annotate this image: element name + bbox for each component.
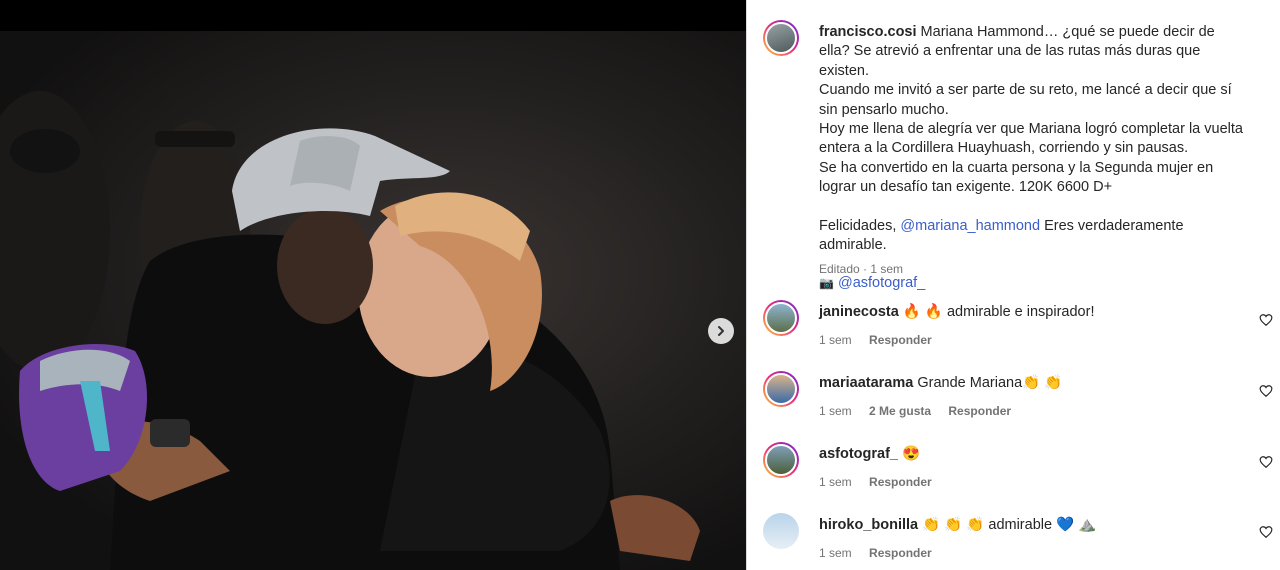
author-avatar[interactable]: [763, 20, 799, 56]
comment-text: hiroko_bonilla 👏 👏 👏 admirable 💙 ⛰️: [819, 516, 1247, 535]
comment-likes[interactable]: 2 Me gusta: [869, 404, 931, 418]
comment: asfotograf_ 😍 1 sem Responder: [763, 442, 1273, 492]
commenter-avatar[interactable]: [763, 300, 799, 336]
caption-line: Hoy me llena de alegría ver que Mariana …: [819, 121, 1243, 157]
commenter-username[interactable]: janinecosta: [819, 304, 899, 320]
credit-mention-link[interactable]: @asfotograf_: [838, 275, 925, 291]
comment-meta: 1 sem Responder: [819, 333, 946, 347]
comment-meta: 1 sem 2 Me gusta Responder: [819, 404, 1025, 418]
camera-icon: 📷: [819, 276, 834, 291]
hug-photo-illustration: [0, 91, 700, 570]
commenter-avatar[interactable]: [763, 371, 799, 407]
heart-outline-icon[interactable]: [1259, 313, 1273, 327]
comment-time: 1 sem: [819, 333, 852, 347]
post-media: [0, 0, 746, 570]
caption-meta: Editado · 1 sem: [819, 262, 904, 276]
heart-outline-icon[interactable]: [1259, 455, 1273, 469]
caption-text: francisco.cosi Mariana Hammond… ¿qué se …: [819, 23, 1247, 294]
comment: janinecosta 🔥 🔥 admirable e inspirador! …: [763, 300, 1273, 350]
chevron-right-icon: [718, 326, 724, 336]
comment: mariaatarama Grande Mariana👏 👏 1 sem 2 M…: [763, 371, 1273, 421]
mention-link[interactable]: @mariana_hammond: [900, 218, 1040, 234]
comment-body: 😍: [902, 446, 921, 462]
post-caption: francisco.cosi Mariana Hammond… ¿qué se …: [763, 20, 1273, 291]
credit-line: 📷 @asfotograf_: [819, 274, 1247, 293]
comment-meta: 1 sem Responder: [819, 475, 946, 489]
comment-time: 1 sem: [819, 475, 852, 489]
congrats-prefix: Felicidades,: [819, 217, 901, 234]
reply-button[interactable]: Responder: [948, 404, 1011, 418]
comment-time: 1 sem: [819, 546, 852, 560]
post-details-panel: francisco.cosi Mariana Hammond… ¿qué se …: [746, 0, 1280, 570]
comment-meta: 1 sem Responder: [819, 546, 946, 560]
comment-text: asfotograf_ 😍: [819, 445, 1247, 464]
commenter-avatar[interactable]: [763, 513, 799, 549]
comment-body: 👏 👏 👏 admirable 💙 ⛰️: [922, 517, 1097, 533]
comment: hiroko_bonilla 👏 👏 👏 admirable 💙 ⛰️ 1 se…: [763, 513, 1273, 563]
comment-body: Grande Mariana👏 👏: [917, 375, 1063, 391]
reply-button[interactable]: Responder: [869, 475, 932, 489]
comment-body: 🔥 🔥 admirable e inspirador!: [902, 304, 1095, 320]
commenter-username[interactable]: hiroko_bonilla: [819, 517, 918, 533]
commenter-username[interactable]: asfotograf_: [819, 446, 898, 462]
congrats-line: Felicidades, @mariana_hammond Eres verda…: [819, 217, 1247, 256]
reply-button[interactable]: Responder: [869, 546, 932, 560]
comment-time: 1 sem: [819, 404, 852, 418]
reply-button[interactable]: Responder: [869, 333, 932, 347]
post-photo: [0, 31, 746, 570]
caption-line: Cuando me invitó a ser parte de su reto,…: [819, 82, 1232, 118]
heart-outline-icon[interactable]: [1259, 384, 1273, 398]
commenter-avatar[interactable]: [763, 442, 799, 478]
author-username[interactable]: francisco.cosi: [819, 24, 917, 40]
commenter-username[interactable]: mariaatarama: [819, 375, 913, 391]
caption-line: Se ha convertido en la cuarta persona y …: [819, 159, 1214, 196]
comment-text: mariaatarama Grande Mariana👏 👏: [819, 374, 1247, 393]
comment-text: janinecosta 🔥 🔥 admirable e inspirador!: [819, 303, 1247, 322]
next-image-button[interactable]: [708, 318, 734, 344]
heart-outline-icon[interactable]: [1259, 525, 1273, 539]
